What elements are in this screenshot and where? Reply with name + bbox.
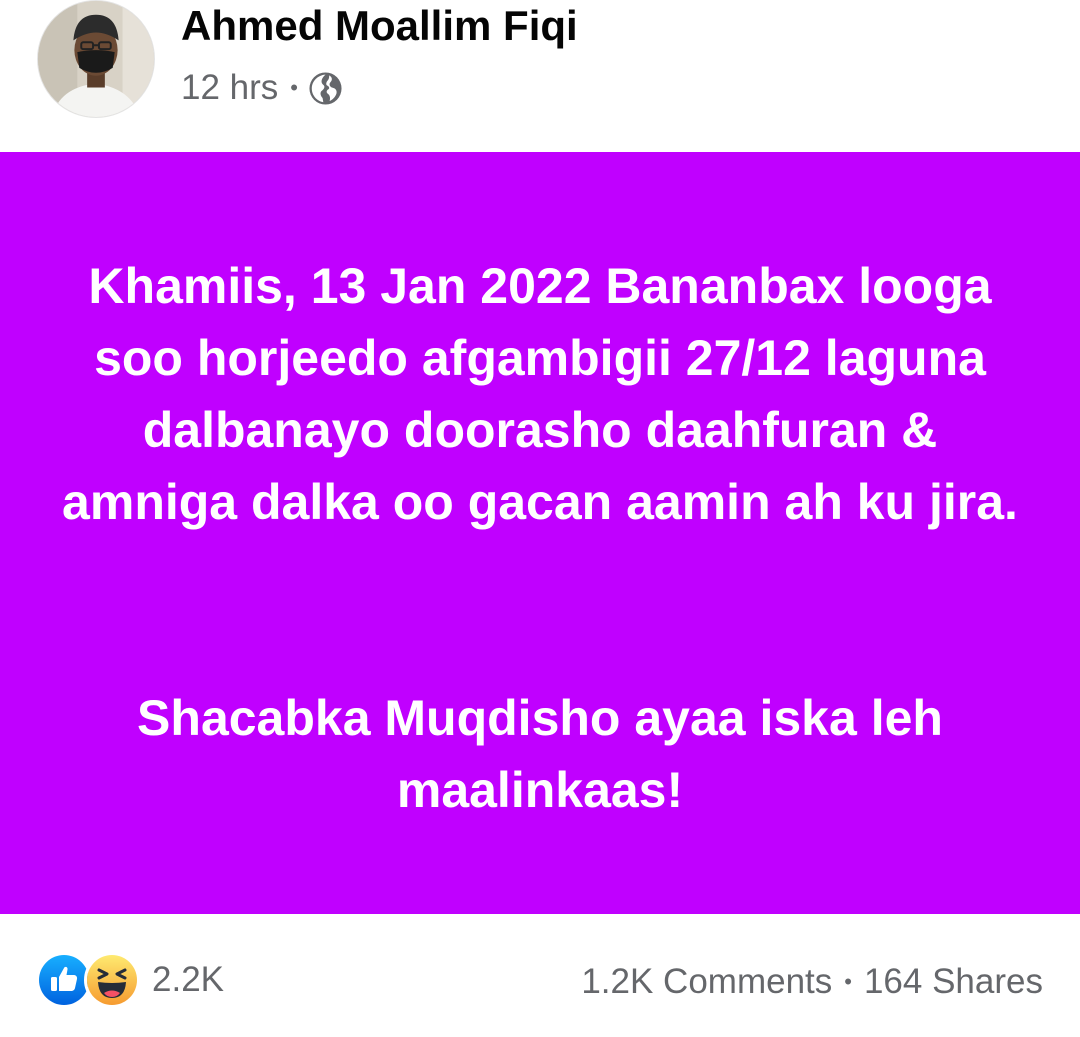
avatar-image (38, 1, 154, 117)
post-text-background: Khamiis, 13 Jan 2022 Bananbax looga soo … (0, 152, 1080, 914)
globe-icon[interactable] (308, 71, 343, 106)
facebook-post: Ahmed Moallim Fiqi 12 hrs • Khamiis, 13 … (0, 0, 1080, 1037)
post-footer: 2.2K 1.2K Comments • 164 Shares (0, 914, 1080, 1037)
post-text-paragraph-2: Shacabka Muqdisho ayaa iska leh maalinka… (137, 690, 943, 818)
avatar[interactable] (37, 0, 155, 118)
haha-icon (84, 952, 140, 1008)
post-meta: 12 hrs • (181, 66, 343, 110)
reaction-count: 2.2K (152, 960, 224, 999)
comments-count[interactable]: 1.2K Comments (581, 962, 832, 1002)
meta-separator: • (290, 75, 298, 100)
shares-count[interactable]: 164 Shares (864, 962, 1043, 1002)
author-name[interactable]: Ahmed Moallim Fiqi (181, 2, 578, 50)
reactions-summary[interactable]: 2.2K (36, 952, 224, 1008)
post-time[interactable]: 12 hrs (181, 68, 278, 108)
post-stats: 1.2K Comments • 164 Shares (581, 954, 1043, 1010)
stats-separator: • (844, 969, 852, 994)
post-header: Ahmed Moallim Fiqi 12 hrs • (0, 0, 1080, 150)
post-text-paragraph-1: Khamiis, 13 Jan 2022 Bananbax looga soo … (62, 258, 1018, 530)
